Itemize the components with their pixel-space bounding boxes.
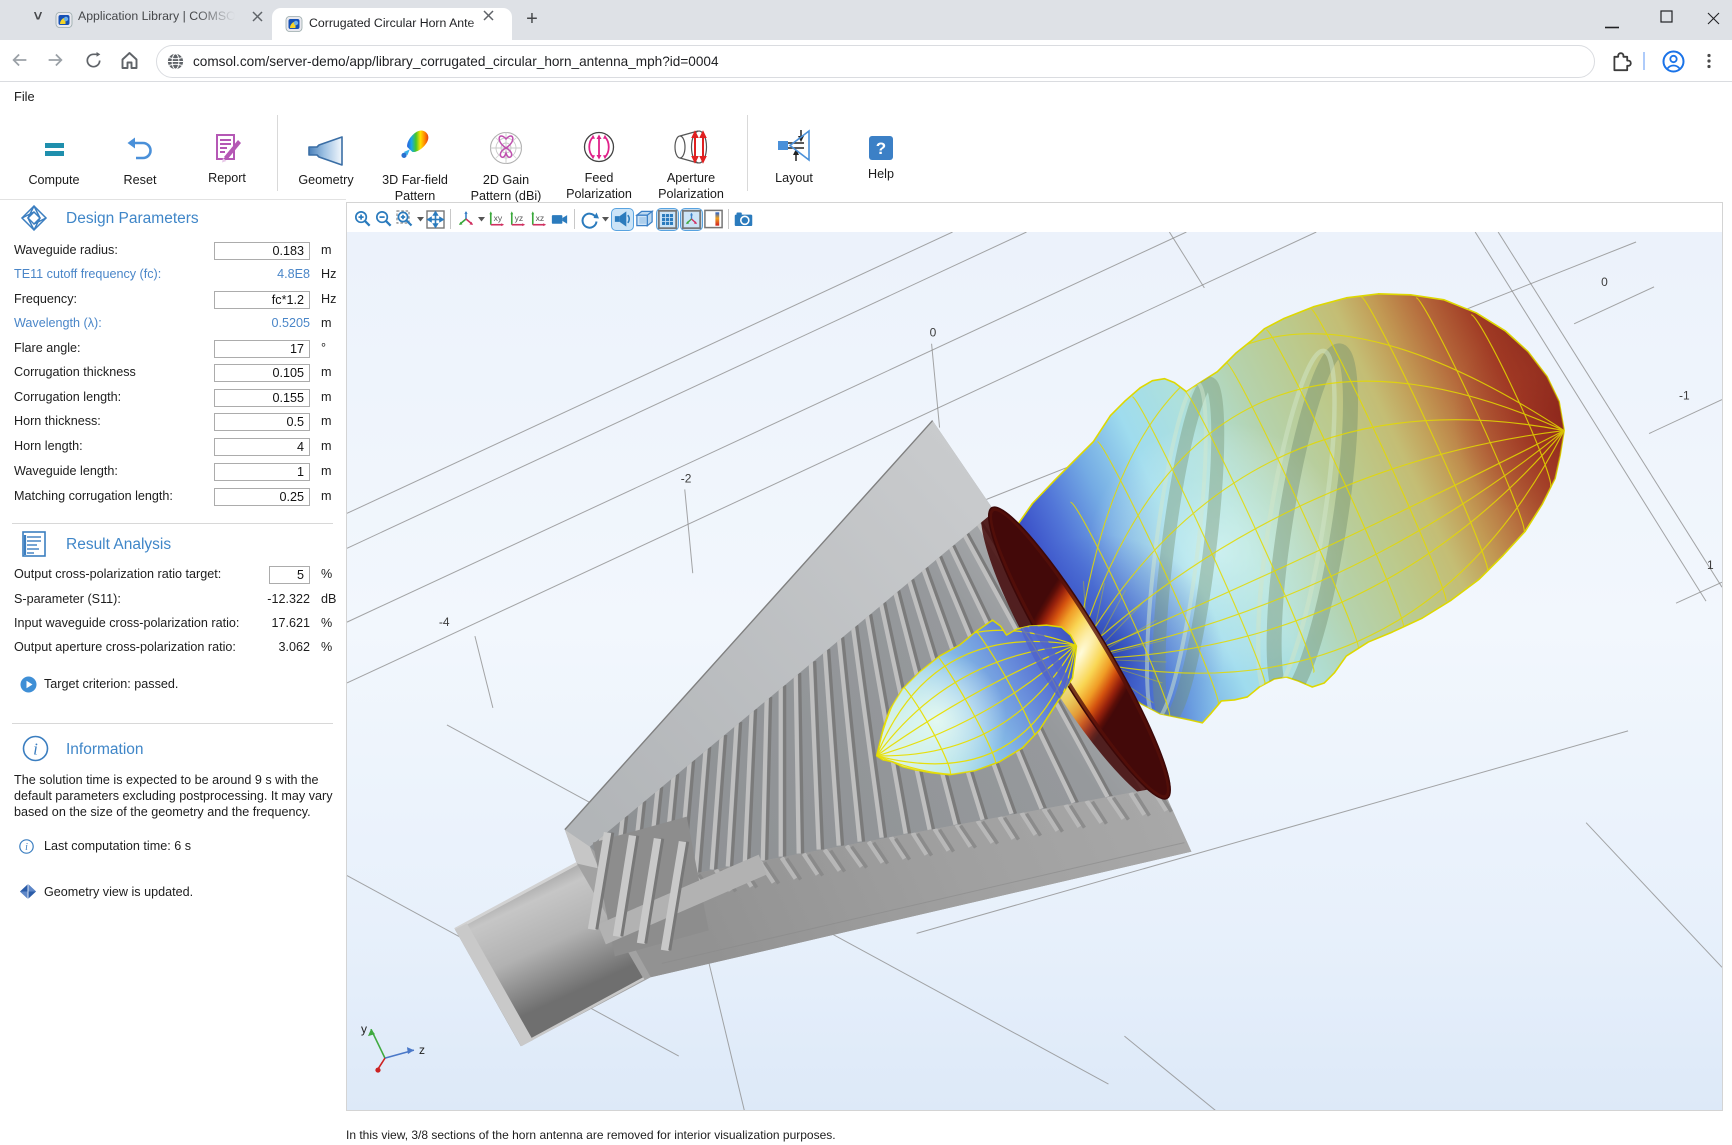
- svg-text:y: y: [361, 1022, 367, 1036]
- svg-text:i: i: [33, 740, 38, 759]
- svg-text:yz: yz: [515, 213, 524, 223]
- svg-text:-1: -1: [1679, 389, 1690, 403]
- svg-text:z: z: [419, 1043, 425, 1057]
- svg-text:xz: xz: [536, 213, 545, 223]
- svg-text:0: 0: [1601, 275, 1608, 289]
- svg-text:-2: -2: [681, 471, 692, 485]
- svg-text:0: 0: [930, 326, 937, 340]
- svg-text:xy: xy: [494, 213, 503, 223]
- svg-text:?: ?: [876, 139, 886, 158]
- svg-text:1: 1: [1707, 558, 1714, 572]
- svg-text:-4: -4: [439, 615, 450, 629]
- svg-text:i: i: [25, 842, 28, 853]
